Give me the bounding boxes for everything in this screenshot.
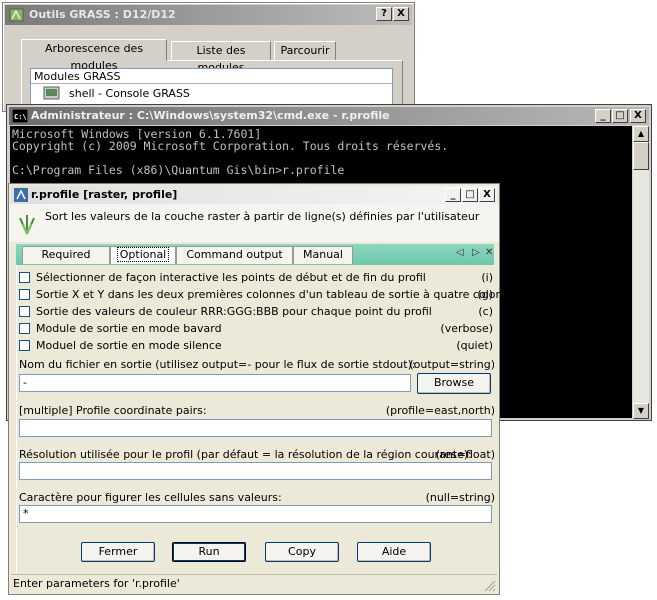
tab-module-list[interactable]: Liste des modules [171,41,271,74]
dialog-titlebar[interactable]: r.profile [raster, profile] _ □ X [11,186,497,204]
tab-manual[interactable]: Manual [293,246,353,264]
tab-prev-icon[interactable]: ◁ [456,247,464,258]
checkbox[interactable] [19,289,30,300]
dialog-title: r.profile [raster, profile] [31,188,178,201]
null-label: Caractère pour figurer les cellules sans… [19,491,282,504]
option-label: Sortie des valeurs de couleur RRR:GGG:BB… [36,305,432,318]
scroll-up-icon[interactable]: ▲ [633,126,649,142]
profile-input[interactable] [19,419,492,437]
option-quiet[interactable]: Moduel de sortie en mode silence (quiet) [19,339,493,353]
module-tabs: Required Optional Command output Manual … [16,244,494,265]
option-xy-output[interactable]: Sortie X et Y dans les deux premières co… [19,288,522,302]
grass-titlebar[interactable]: Outils GRASS : D12/D12 ? X [5,5,412,25]
run-button[interactable]: Run [172,542,246,562]
close-icon[interactable]: X [479,188,495,202]
status-text: Enter parameters for 'r.profile' [13,577,180,590]
resize-grip-icon[interactable] [484,580,496,592]
console-scrollbar[interactable]: ▲ ▼ [633,126,649,419]
null-flag: (null=string) [425,491,495,504]
scroll-down-icon[interactable]: ▼ [633,403,649,419]
optional-panel: Sélectionner de façon interactive les po… [16,265,522,573]
grass-app-icon [9,8,24,22]
resolution-input[interactable] [19,462,492,480]
scroll-thumb[interactable] [633,142,649,170]
checkbox[interactable] [19,306,30,317]
profile-flag: (profile=east,north) [385,404,495,417]
option-interactive[interactable]: Sélectionner de façon interactive les po… [19,271,493,285]
output-label: Nom du fichier en sortie (utilisez outpu… [19,358,416,371]
browse-button[interactable]: Browse [417,373,491,394]
grass-logo-icon [19,215,35,235]
copy-button[interactable]: Copy [265,542,339,562]
option-flag: (quiet) [456,339,493,352]
option-verbose[interactable]: Module de sortie en mode bavard (verbose… [19,322,493,336]
cmd-icon: C:\ [12,109,28,123]
minimize-icon[interactable]: _ [595,109,611,123]
option-label: Sélectionner de façon interactive les po… [36,271,426,284]
grass-window-title: Outils GRASS : D12/D12 [29,8,176,21]
option-flag: (c) [478,305,493,318]
checkbox[interactable] [19,272,30,283]
console-line: C:\Program Files (x86)\Quantum Gis\bin>r… [12,163,345,177]
cmd-window-title: Administrateur : C:\Windows\system32\cmd… [31,109,390,122]
grass-tools-window: Outils GRASS : D12/D12 ? X Arborescence … [2,2,415,122]
resolution-label: Résolution utilisée pour le profil (par … [19,448,472,461]
help-button[interactable]: ? [376,7,392,21]
output-input[interactable]: - [19,374,411,392]
maximize-icon[interactable]: □ [462,188,478,202]
console-line: Copyright (c) 2009 Microsoft Corporation… [12,139,449,153]
tab-required[interactable]: Required [22,246,110,264]
checkbox[interactable] [19,340,30,351]
tab-browse[interactable]: Parcourir [274,41,336,60]
svg-text:C:\: C:\ [14,113,27,121]
tab-close-icon[interactable]: ✕ [485,247,493,258]
tab-command-output[interactable]: Command output [176,246,293,264]
grass-small-icon [14,188,28,202]
tree-item-shell[interactable]: shell - Console GRASS [69,87,190,100]
close-dialog-button[interactable]: Fermer [81,542,155,562]
status-bar: Enter parameters for 'r.profile' [11,574,497,593]
tab-next-icon[interactable]: ▷ [472,247,480,258]
option-flag: (i) [481,271,493,284]
option-label: Moduel de sortie en mode silence [36,339,222,352]
checkbox[interactable] [19,323,30,334]
tab-optional[interactable]: Optional [110,246,176,264]
minimize-icon[interactable]: _ [445,188,461,202]
option-label: Sortie X et Y dans les deux premières co… [36,288,522,301]
dialog-header: Sort les valeurs de la couche raster à p… [9,204,499,242]
option-flag: (g) [477,288,493,301]
option-label: Module de sortie en mode bavard [36,322,222,335]
cmd-titlebar[interactable]: C:\ Administrateur : C:\Windows\system32… [9,107,649,125]
close-button[interactable]: X [393,7,409,21]
resolution-flag: (res=float) [435,448,495,461]
module-description: Sort les valeurs de la couche raster à p… [45,210,480,223]
r-profile-dialog: r.profile [raster, profile] _ □ X Sort l… [8,183,522,595]
profile-label: [multiple] Profile coordinate pairs: [19,404,207,417]
close-icon[interactable]: X [630,109,646,123]
option-color-output[interactable]: Sortie des valeurs de couleur RRR:GGG:BB… [19,305,493,319]
tab-module-tree[interactable]: Arborescence des modules [21,39,167,72]
output-flag: (output=string) [409,358,495,371]
shell-icon [43,86,60,100]
maximize-icon[interactable]: □ [612,109,628,123]
help-dialog-button[interactable]: Aide [357,542,431,562]
option-flag: (verbose) [440,322,493,335]
null-input[interactable]: * [19,505,492,523]
